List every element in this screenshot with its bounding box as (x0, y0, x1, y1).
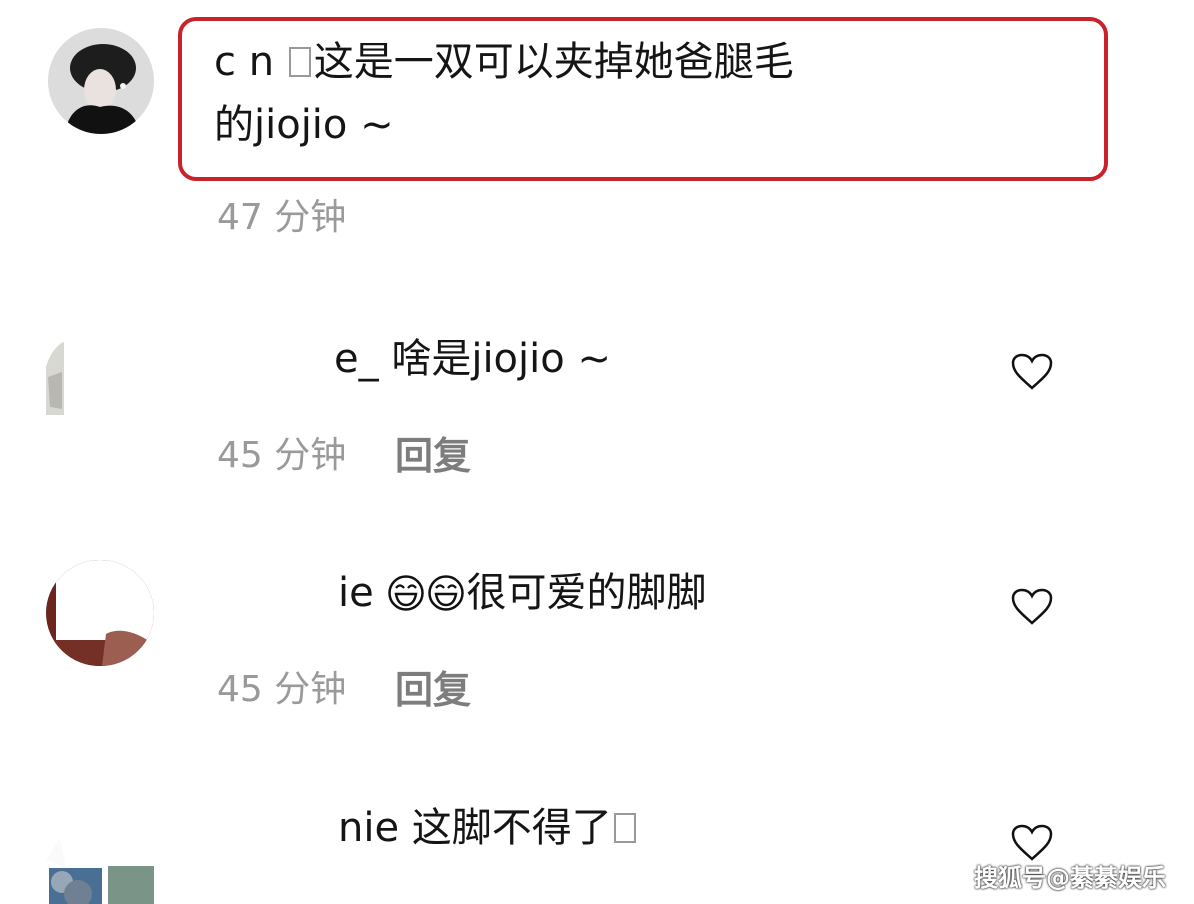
timestamp: 45 分钟 (217, 669, 347, 710)
comment-text: ie 很可爱的脚脚 (338, 570, 707, 616)
avatar[interactable] (46, 560, 154, 666)
comment-text-line1: 这是一双可以夹掉她爸腿毛 (313, 39, 794, 85)
missing-glyph-box (613, 813, 636, 843)
avatar-image (46, 342, 64, 415)
comment-text-line2: 的jiojio ~ (214, 102, 394, 148)
missing-glyph-box (288, 47, 311, 77)
username[interactable]: e_ (334, 336, 379, 382)
comment-list: c n 这是一双可以夹掉她爸腿毛 的jiojio ~ 47 分钟 e_ 啥是ji… (0, 0, 1194, 904)
avatar-image (46, 560, 154, 666)
username[interactable]: ie (338, 570, 374, 616)
reply-button[interactable]: 回复 (395, 434, 471, 478)
heart-icon[interactable] (1010, 587, 1054, 627)
reply-button[interactable]: 回复 (395, 668, 471, 712)
username[interactable]: nie (338, 805, 399, 851)
avatar-image (48, 28, 154, 134)
heart-icon[interactable] (1010, 823, 1054, 863)
avatar[interactable] (46, 818, 154, 904)
comment-text: nie 这脚不得了 (338, 797, 636, 859)
comment-text: e_ 啥是jiojio ~ (334, 336, 611, 382)
avatar[interactable] (48, 28, 154, 134)
comment-text: c n 这是一双可以夹掉她爸腿毛 (214, 31, 794, 93)
avatar[interactable] (46, 337, 118, 415)
avatar-image (46, 838, 154, 904)
heart-icon[interactable] (1010, 352, 1054, 392)
laughing-face-icon (388, 575, 425, 611)
timestamp: 45 分钟 (217, 435, 347, 476)
watermark: 搜狐号@綦綦娱乐 (974, 864, 1166, 892)
username[interactable]: c n (214, 39, 274, 85)
laughing-face-icon (428, 575, 465, 611)
timestamp: 47 分钟 (217, 197, 347, 238)
